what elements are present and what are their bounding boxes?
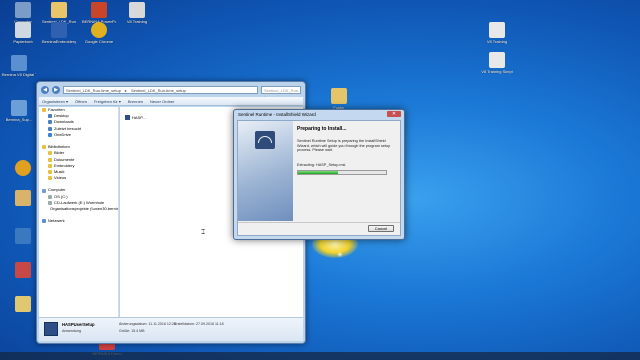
nav-item-icon [48, 120, 52, 125]
installer-logo-icon [255, 131, 275, 149]
close-icon[interactable]: ✕ [387, 111, 401, 117]
nav-item-icon [48, 126, 52, 131]
computer-icon [15, 2, 31, 18]
desktop-icon-v8-training-right[interactable]: V8 Training [480, 22, 514, 44]
desktop-icon-v8-training-top[interactable]: V8 Training [120, 2, 154, 24]
desktop-icon-computer[interactable]: Computer [6, 2, 40, 24]
desktop-icon-app-2[interactable] [6, 190, 40, 207]
nav-item-icon [48, 169, 52, 174]
explorer-toolbar: Organisieren ▾ Öffnen Freigeben für ▾ Br… [39, 97, 303, 106]
app-icon [15, 296, 31, 312]
nav-item-icon [42, 188, 46, 193]
detail-created: Erstelldatum: 27.09.2016 11:18 [174, 322, 224, 326]
mouse-cursor-icon: ⌶ [201, 229, 206, 236]
document-icon [129, 2, 145, 18]
organize-button[interactable]: Organisieren ▾ [42, 99, 68, 104]
forward-arrow-icon[interactable]: ▶ [52, 86, 60, 94]
desktop-icon-support[interactable]: Bernina_Sup... [2, 100, 36, 122]
folder-icon [331, 88, 347, 104]
explorer-address-row: ◀ ▶ Sentinel_LDK_Run-time_setup ▸ Sentin… [41, 84, 301, 107]
file-name: HASP... [132, 115, 146, 120]
app-icon [15, 190, 31, 206]
detail-file-name: HASPUserSetup [62, 322, 95, 327]
detail-modified: Änderungsdatum: 11.11.2016 12:24 [119, 322, 176, 326]
nav-item-icon [42, 219, 46, 224]
nav-item-icon [48, 200, 52, 205]
desktop-icon-recycle-bin[interactable]: Papierkorb [6, 22, 40, 44]
thumbnails-icon [11, 55, 27, 71]
burn-button[interactable]: Brennen [128, 99, 143, 104]
nav-item-icon [48, 176, 52, 181]
powerpoint-icon [91, 2, 107, 18]
app-icon [15, 262, 31, 278]
nav-item-icon [48, 163, 52, 168]
progress-fill [298, 170, 338, 174]
desktop-icon-app-5[interactable] [6, 296, 40, 313]
navigation-pane[interactable]: Favoriten Desktop Downloads Zuletzt besucht… [39, 107, 119, 317]
desktop-icon-powerpoint-master[interactable]: BERNINA PowerPoint Master [82, 2, 116, 24]
search-input[interactable]: Sentinel_LDK_Run-time_setup durchs... [261, 86, 301, 107]
breadcrumb-2[interactable]: Sentinel_LDK_Run-time_setup [131, 88, 186, 93]
breadcrumb-1[interactable]: Sentinel_LDK_Run-time_setup [66, 88, 121, 93]
app-icon [15, 228, 31, 244]
support-icon [11, 100, 27, 116]
nav-item-icon [42, 145, 46, 150]
desktop-icon-thumbnails[interactable]: Bernina V8 Digital Thumbnails Se... [2, 55, 36, 77]
desktop-icon-app-4[interactable] [6, 262, 40, 279]
nav-item[interactable]: Organisationsprojekte (\\oxen30.bernina.… [39, 206, 118, 212]
back-arrow-icon[interactable]: ◀ [41, 86, 49, 94]
progress-bar [297, 169, 387, 175]
wizard-description: Sentinel Runtime Setup is preparing the … [297, 139, 391, 153]
file-item[interactable]: HASP... [125, 115, 146, 120]
open-button[interactable]: Öffnen [75, 99, 87, 104]
breadcrumb-separator: ▸ [124, 87, 127, 93]
nav-item-icon [48, 194, 52, 199]
file-thumbnail-icon [44, 322, 58, 336]
cancel-button[interactable]: Cancel [368, 225, 394, 232]
extract-status: Extracting: HASP_Setup.msi [297, 162, 346, 167]
share-button[interactable]: Freigeben für ▾ [94, 99, 121, 104]
desktop-icon-folder[interactable]: Folder [322, 88, 356, 110]
nav-item[interactable]: Netzwerk [39, 218, 118, 224]
wizard-banner [238, 121, 293, 221]
folder-icon [51, 2, 67, 18]
dialog-body: Preparing to Install... Sentinel Runtime… [237, 120, 401, 236]
recycle-bin-icon [15, 22, 31, 38]
detail-size: Größe: 15.4 MB [119, 329, 145, 333]
new-folder-button[interactable]: Neuer Ordner [150, 99, 174, 104]
nav-item-icon [42, 108, 46, 113]
detail-file-type: Anwendung [62, 329, 81, 333]
nav-item-label: Netzwerk [48, 218, 65, 224]
wizard-content: Preparing to Install... Sentinel Runtime… [297, 126, 396, 175]
nav-item-icon [48, 114, 52, 119]
chrome-icon [91, 22, 107, 38]
desktop-icon-embroidery[interactable]: BerninaEmbroidery [42, 22, 76, 44]
app-icon [15, 160, 31, 176]
dialog-separator [238, 222, 400, 223]
embroidery-icon [51, 22, 67, 38]
nav-item-label: Videos [54, 175, 67, 181]
address-bar[interactable]: Sentinel_LDK_Run-time_setup ▸ Sentinel_L… [63, 86, 258, 94]
dialog-title: Sentinel Runtime - InstallShield Wizard [238, 112, 316, 117]
busy-cursor-icon: ✳ [337, 252, 343, 259]
desktop-icon-sentinel[interactable]: Sentinel_LDK_Run... [42, 2, 76, 24]
desktop-icon-app-1[interactable] [6, 160, 40, 177]
nav-item-label: OneDrive [54, 131, 71, 137]
document-icon [489, 52, 505, 68]
installshield-wizard-dialog[interactable]: Sentinel Runtime - InstallShield Wizard … [233, 109, 405, 240]
taskbar[interactable] [0, 352, 640, 360]
wizard-heading: Preparing to Install... [297, 126, 347, 132]
desktop-icon-chrome[interactable]: Google Chrome [82, 22, 116, 44]
application-icon [125, 115, 130, 120]
details-pane: HASPUserSetup Anwendung Änderungsdatum: … [39, 317, 303, 341]
nav-item-label: Organisationsprojekte (\\oxen30.bernina.… [50, 206, 119, 211]
desktop-icon-v8-training-skript[interactable]: V8 Training Skript [480, 52, 514, 74]
nav-item-icon [48, 132, 52, 137]
desktop-icon-app-3[interactable] [6, 228, 40, 245]
nav-item-icon [48, 151, 52, 156]
document-icon [489, 22, 505, 38]
nav-item-icon [48, 157, 52, 162]
